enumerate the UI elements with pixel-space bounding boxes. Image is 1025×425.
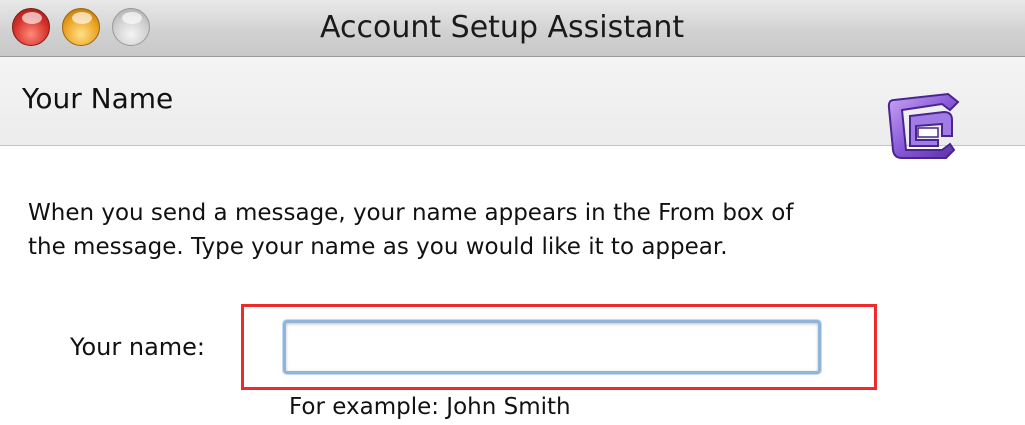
minimize-window-button[interactable] <box>62 8 100 46</box>
zoom-window-button[interactable] <box>112 8 150 46</box>
title-bar: Account Setup Assistant <box>0 0 1025 57</box>
your-name-input[interactable] <box>283 320 821 374</box>
page-title: Your Name <box>22 82 174 115</box>
your-name-label: Your name: <box>70 333 206 361</box>
entourage-app-icon <box>887 92 960 159</box>
instruction-text: When you send a message, your name appea… <box>28 196 1008 264</box>
close-window-button[interactable] <box>12 8 50 46</box>
instruction-line-2: the message. Type your name as you would… <box>28 234 728 260</box>
example-hint: For example: John Smith <box>289 394 571 420</box>
window-title: Account Setup Assistant <box>320 10 685 45</box>
header-panel: Your Name <box>0 57 1025 146</box>
instruction-line-1: When you send a message, your name appea… <box>28 200 794 226</box>
